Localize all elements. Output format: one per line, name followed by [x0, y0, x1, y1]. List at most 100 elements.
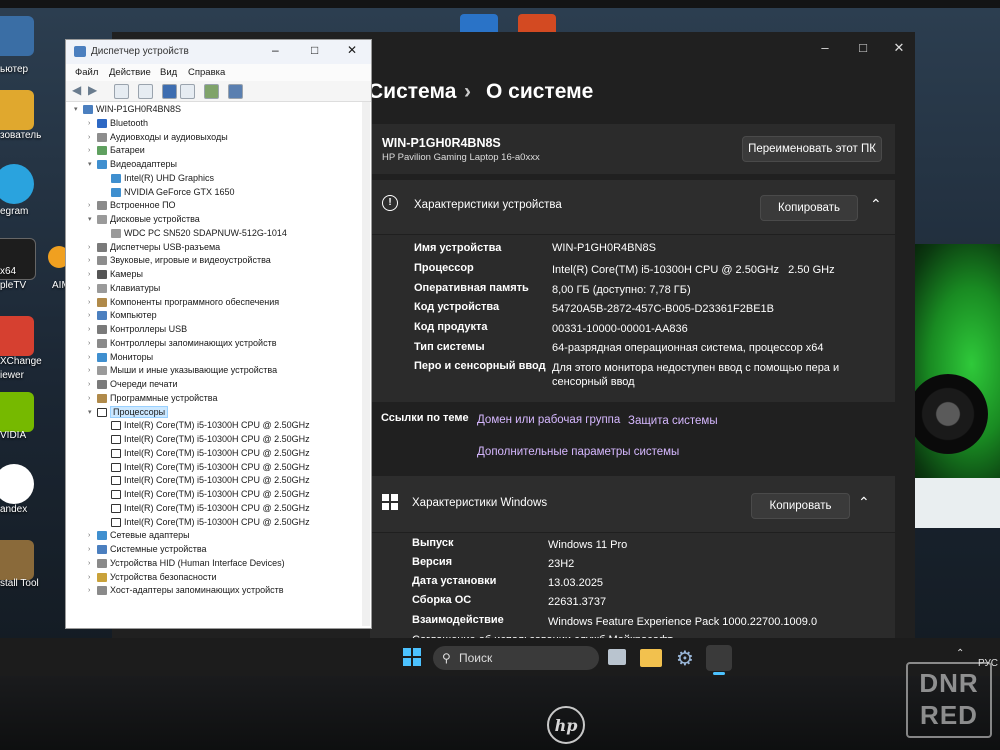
collapse-arrow-icon[interactable]: ›	[88, 117, 96, 130]
collapse-arrow-icon[interactable]: ›	[88, 282, 96, 295]
settings-gear-icon[interactable]: ⚙	[674, 647, 696, 669]
file-explorer-icon[interactable]	[640, 649, 662, 667]
tree-category-item[interactable]: › Устройства HID (Human Interface Devices…	[88, 557, 285, 570]
chevron-up-icon[interactable]: ⌃	[956, 648, 964, 659]
collapse-arrow-icon[interactable]: ›	[88, 254, 96, 267]
tree-category-item[interactable]: › Системные устройства	[88, 543, 207, 556]
tree-device-item[interactable]: Intel(R) Core(TM) i5-10300H CPU @ 2.50GH…	[102, 516, 310, 529]
forward-icon[interactable]: ▶	[88, 83, 97, 97]
collapse-arrow-icon[interactable]: ›	[88, 241, 96, 254]
close-icon[interactable]: ✕	[347, 43, 357, 57]
menu-action[interactable]: Действие	[109, 67, 151, 78]
menu-view[interactable]: Вид	[160, 67, 177, 78]
minimize-icon[interactable]: –	[810, 40, 840, 55]
minimize-icon[interactable]: –	[272, 43, 279, 57]
tree-device-item[interactable]: NVIDIA GeForce GTX 1650	[102, 186, 235, 199]
collapse-arrow-icon[interactable]: ›	[88, 268, 96, 281]
link-domain-workgroup[interactable]: Домен или рабочая группа	[477, 414, 620, 426]
tree-category-item[interactable]: › Мониторы	[88, 351, 153, 364]
collapse-arrow-icon[interactable]: ›	[88, 364, 96, 377]
collapse-arrow-icon[interactable]: ›	[88, 144, 96, 157]
nvidia-icon[interactable]	[0, 392, 34, 432]
tree-category-item[interactable]: › Компьютер	[88, 309, 157, 322]
tree-category-item[interactable]: › Клавиатуры	[88, 282, 160, 295]
tree-category-item[interactable]: ▾ Видеоадаптеры	[88, 158, 177, 171]
tree-category-item[interactable]: › Встроенное ПО	[88, 199, 176, 212]
collapse-arrow-icon[interactable]: ›	[88, 323, 96, 336]
tree-device-item[interactable]: Intel(R) Core(TM) i5-10300H CPU @ 2.50GH…	[102, 488, 310, 501]
collapse-arrow-icon[interactable]: ›	[88, 309, 96, 322]
collapse-arrow-icon[interactable]: ›	[88, 557, 96, 570]
tree-device-item[interactable]: Intel(R) UHD Graphics	[102, 172, 214, 185]
task-view-icon[interactable]	[608, 649, 626, 665]
expand-arrow-icon[interactable]: ▾	[88, 158, 96, 171]
tree-category-item[interactable]: › Устройства безопасности	[88, 571, 216, 584]
tree-category-item[interactable]: › Сетевые адаптеры	[88, 529, 190, 542]
chevron-up-icon[interactable]: ⌃	[858, 494, 870, 511]
collapse-arrow-icon[interactable]: ›	[88, 378, 96, 391]
tree-device-item[interactable]: Intel(R) Core(TM) i5-10300H CPU @ 2.50GH…	[102, 502, 310, 515]
expand-arrow-icon[interactable]: ▾	[74, 103, 82, 116]
scan-hardware-icon[interactable]	[228, 84, 243, 99]
scrollbar[interactable]	[362, 102, 370, 626]
collapse-arrow-icon[interactable]: ›	[88, 584, 96, 597]
tree-category-item[interactable]: › Программные устройства	[88, 392, 217, 405]
tree-category-item[interactable]: › Хост-адаптеры запоминающих устройств	[88, 584, 284, 597]
tree-device-item[interactable]: Intel(R) Core(TM) i5-10300H CPU @ 2.50GH…	[102, 419, 310, 432]
collapse-arrow-icon[interactable]: ›	[88, 571, 96, 584]
tree-category-item[interactable]: › Звуковые, игровые и видеоустройства	[88, 254, 271, 267]
update-driver-icon[interactable]	[204, 84, 219, 99]
tree-device-item[interactable]: Intel(R) Core(TM) i5-10300H CPU @ 2.50GH…	[102, 433, 310, 446]
collapse-arrow-icon[interactable]: ›	[88, 392, 96, 405]
pdf-xchange-icon[interactable]	[0, 316, 34, 356]
maximize-icon[interactable]: □	[848, 40, 878, 55]
tree-category-item[interactable]: › Контроллеры USB	[88, 323, 187, 336]
back-icon[interactable]: ◀	[72, 83, 81, 97]
telegram-icon[interactable]	[0, 164, 34, 204]
taskbar-search[interactable]: ⚲ Поиск	[433, 646, 599, 670]
maximize-icon[interactable]: □	[311, 43, 318, 57]
details-icon[interactable]	[180, 84, 195, 99]
tree-category-item[interactable]: › Диспетчеры USB-разъема	[88, 241, 220, 254]
expand-arrow-icon[interactable]: ▾	[88, 406, 96, 419]
tree-device-item[interactable]: WDC PC SN520 SDAPNUW-512G-1014	[102, 227, 287, 240]
collapse-arrow-icon[interactable]: ›	[88, 543, 96, 556]
properties-icon[interactable]	[114, 84, 129, 99]
collapse-arrow-icon[interactable]: ›	[88, 131, 96, 144]
collapse-arrow-icon[interactable]: ›	[88, 351, 96, 364]
tree-category-item[interactable]: › Мыши и иные указывающие устройства	[88, 364, 277, 377]
tree-category-item[interactable]: ▾ Процессоры	[88, 405, 169, 419]
tree-device-item[interactable]: Intel(R) Core(TM) i5-10300H CPU @ 2.50GH…	[102, 447, 310, 460]
tree-category-item[interactable]: › Аудиовходы и аудиовыходы	[88, 131, 228, 144]
collapse-arrow-icon[interactable]: ›	[88, 529, 96, 542]
chevron-up-icon[interactable]: ⌃	[870, 196, 882, 213]
rename-pc-button[interactable]: Переименовать этот ПК	[742, 136, 882, 162]
computer-icon[interactable]	[0, 16, 34, 56]
tree-category-item[interactable]: ▾ Дисковые устройства	[88, 213, 200, 226]
tree-device-item[interactable]: Intel(R) Core(TM) i5-10300H CPU @ 2.50GH…	[102, 461, 310, 474]
help-icon[interactable]	[162, 84, 177, 99]
device-manager-taskbar-icon[interactable]	[706, 645, 732, 671]
user-folder-icon[interactable]	[0, 90, 34, 130]
tree-device-item[interactable]: Intel(R) Core(TM) i5-10300H CPU @ 2.50GH…	[102, 474, 310, 487]
collapse-arrow-icon[interactable]: ›	[88, 296, 96, 309]
close-icon[interactable]: ✕	[884, 40, 914, 56]
install-tool-icon[interactable]	[0, 540, 34, 580]
breadcrumb-parent[interactable]: Система	[368, 80, 456, 104]
link-system-protection[interactable]: Защита системы	[628, 415, 718, 427]
menu-help[interactable]: Справка	[188, 67, 225, 78]
tree-category-item[interactable]: › Очереди печати	[88, 378, 178, 391]
tree-category-item[interactable]: › Контроллеры запоминающих устройств	[88, 337, 276, 350]
tree-category-item[interactable]: › Bluetooth	[88, 117, 148, 130]
yandex-icon[interactable]	[0, 464, 34, 504]
tree-category-item[interactable]: › Компоненты программного обеспечения	[88, 296, 279, 309]
tree-category-item[interactable]: ▾ WIN-P1GH0R4BN8S	[74, 103, 181, 116]
tree-category-item[interactable]: › Камеры	[88, 268, 143, 281]
menu-file[interactable]: Файл	[75, 67, 98, 78]
collapse-arrow-icon[interactable]: ›	[88, 337, 96, 350]
tree-category-item[interactable]: › Батареи	[88, 144, 145, 157]
collapse-arrow-icon[interactable]: ›	[88, 199, 96, 212]
show-hidden-icon[interactable]	[138, 84, 153, 99]
link-advanced-system-settings[interactable]: Дополнительные параметры системы	[477, 446, 679, 458]
start-icon[interactable]	[403, 648, 421, 666]
